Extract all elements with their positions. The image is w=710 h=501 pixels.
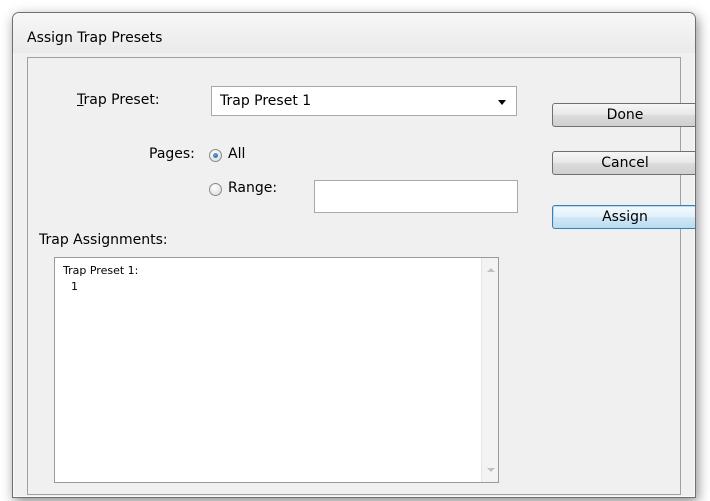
cancel-button[interactable]: Cancel xyxy=(552,151,695,175)
pages-all-label[interactable]: All xyxy=(228,146,245,162)
assign-button[interactable]: Assign xyxy=(552,205,695,229)
trap-preset-selected-value: Trap Preset 1 xyxy=(220,93,312,109)
chevron-down-icon xyxy=(498,100,506,105)
pages-range-label[interactable]: Range: xyxy=(228,180,277,196)
dialog-title: Assign Trap Presets xyxy=(27,30,163,46)
assign-trap-presets-dialog: Assign Trap Presets Trap Preset: Trap Pr… xyxy=(12,12,696,498)
range-input[interactable] xyxy=(314,180,518,213)
trap-assignments-list[interactable]: Trap Preset 1: 1 xyxy=(54,257,499,483)
list-scrollbar[interactable] xyxy=(481,258,498,482)
scroll-down-icon[interactable] xyxy=(487,468,495,472)
trap-preset-dropdown[interactable]: Trap Preset 1 xyxy=(211,86,517,116)
pages-all-radio[interactable] xyxy=(209,149,222,162)
pages-range-radio[interactable] xyxy=(209,183,222,196)
assignment-preset-name: Trap Preset 1: xyxy=(63,264,139,277)
trap-preset-label: Trap Preset: xyxy=(77,92,160,108)
trap-assignments-label: Trap Assignments: xyxy=(39,232,168,248)
done-button[interactable]: Done xyxy=(552,103,695,127)
scroll-up-icon[interactable] xyxy=(487,268,495,272)
pages-label: Pages: xyxy=(149,146,195,162)
title-bar[interactable]: Assign Trap Presets xyxy=(13,13,695,53)
assignment-pages: 1 xyxy=(71,280,78,293)
